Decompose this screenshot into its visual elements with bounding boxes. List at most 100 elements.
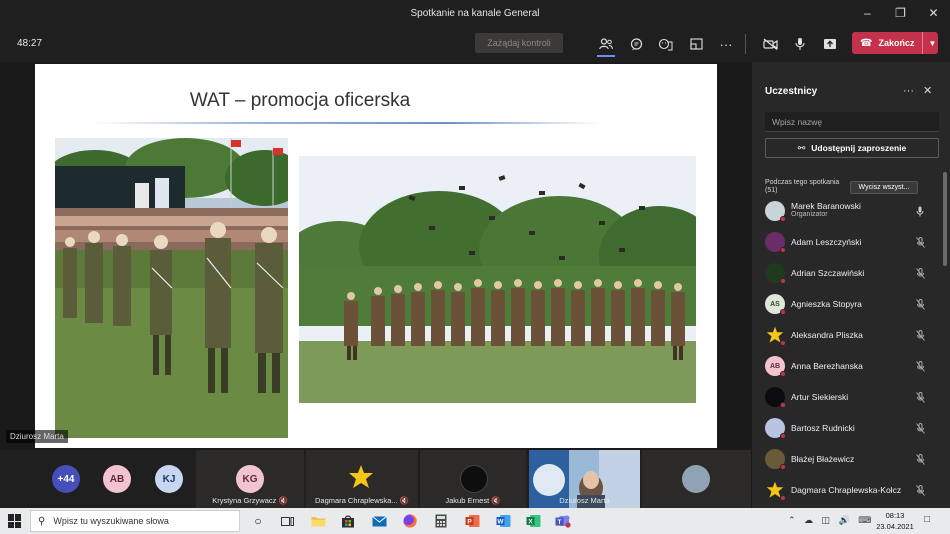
mic-off-icon: [916, 361, 925, 374]
list-item[interactable]: AB Anna Berezhanska: [765, 351, 935, 382]
store-icon[interactable]: [339, 512, 357, 530]
star-avatar-icon: [765, 480, 786, 501]
participant-tile[interactable]: KG Krystyna Grzywacz 🔇: [196, 450, 304, 508]
search-input[interactable]: Wpisz nazwę: [765, 112, 939, 132]
excel-icon[interactable]: X: [524, 512, 542, 530]
mic-off-icon: [916, 268, 925, 281]
list-item[interactable]: Adrian Szczawiński: [765, 258, 935, 289]
task-view-icon[interactable]: [278, 512, 296, 530]
more-options-icon[interactable]: ···: [903, 85, 914, 97]
participant-name: Aleksandra Pliszka: [791, 330, 863, 340]
avatar: [765, 201, 786, 222]
speaker-name-label: Dziurosz Marta: [6, 430, 68, 443]
notification-icon[interactable]: □: [924, 514, 930, 525]
avatar: [460, 465, 488, 493]
list-item[interactable]: Marek Baranowski Organizator: [765, 196, 935, 227]
system-tray-icons[interactable]: ⌃ ☁ ◫ 🔊 ⌨: [788, 515, 874, 526]
share-invite-button[interactable]: ⚯ Udostępnij zaproszenie: [765, 138, 939, 158]
share-screen-icon[interactable]: [821, 35, 839, 53]
star-avatar-icon: [765, 325, 786, 346]
word-icon[interactable]: W: [494, 512, 512, 530]
participant-tile[interactable]: Dagmara Chraplewska... 🔇: [306, 450, 418, 508]
mic-off-icon: [916, 299, 925, 312]
file-explorer-icon[interactable]: [309, 512, 327, 530]
cortana-icon[interactable]: ○: [249, 512, 267, 530]
participant-name: Dagmara Chraplewska-Kołcz: [791, 485, 902, 495]
chevron-down-icon[interactable]: ▼: [928, 39, 936, 48]
in-meeting-section-header[interactable]: Podczas tego spotkania (51): [765, 179, 845, 195]
participant-tile[interactable]: Dziurosz Marta: [529, 450, 640, 508]
reactions-icon[interactable]: [657, 35, 675, 53]
taskbar-search-input[interactable]: ⚲ Wpisz tu wyszukiwane słowa: [30, 510, 240, 532]
calculator-icon[interactable]: [432, 512, 450, 530]
mic-off-icon: 🔇: [278, 496, 288, 505]
mic-off-icon: [916, 423, 925, 436]
avatar: [765, 387, 786, 408]
title-bar: Spotkanie na kanale General – ❐ ✕: [0, 0, 950, 26]
close-icon[interactable]: ✕: [923, 84, 932, 97]
people-icon[interactable]: [597, 35, 615, 53]
list-item[interactable]: Bartosz Rudnicki: [765, 413, 935, 444]
people-active-indicator: [597, 55, 615, 57]
list-item[interactable]: AS Agnieszka Stopyra: [765, 289, 935, 320]
svg-text:W: W: [497, 519, 504, 526]
mail-icon[interactable]: [370, 512, 388, 530]
panel-scrollbar[interactable]: [943, 172, 947, 266]
share-tray-icon[interactable]: [687, 35, 705, 53]
taskbar-clock[interactable]: 08:13 23.04.2021: [876, 510, 914, 532]
participant-role: Organizator: [791, 211, 828, 218]
firefox-icon[interactable]: [401, 512, 419, 530]
camera-off-icon[interactable]: [761, 35, 779, 53]
toolbar-separator: [745, 34, 746, 54]
list-item[interactable]: Adam Leszczyński: [765, 227, 935, 258]
restore-icon[interactable]: ❐: [884, 0, 917, 26]
participant-name: Adrian Szczawiński: [791, 268, 865, 278]
more-actions-icon[interactable]: ···: [717, 35, 735, 53]
list-item[interactable]: Dagmara Chraplewska-Kołcz: [765, 475, 935, 506]
participants-panel: Uczestnicy ··· ✕ Wpisz nazwę ⚯ Udostępni…: [751, 62, 950, 508]
participant-tile[interactable]: Jakub Ernest 🔇: [420, 450, 526, 508]
participant-name: Anna Berezhanska: [791, 361, 863, 371]
parade-photo: [55, 138, 288, 438]
tile-name: Dagmara Chraplewska... 🔇: [315, 496, 409, 505]
mic-off-icon: [916, 330, 925, 343]
chat-icon[interactable]: [627, 35, 645, 53]
share-icon: ⚯: [797, 142, 806, 153]
avatar: [682, 465, 710, 493]
panel-title: Uczestnicy: [765, 86, 818, 97]
windows-start-icon[interactable]: [8, 514, 22, 528]
microphone-icon[interactable]: [791, 35, 809, 53]
close-window-icon[interactable]: ✕: [917, 0, 950, 26]
svg-text:X: X: [528, 519, 533, 526]
clock-date: 23.04.2021: [876, 522, 914, 531]
teams-icon[interactable]: T: [554, 512, 572, 530]
request-control-button[interactable]: Zażądaj kontroli: [475, 33, 563, 53]
svg-text:T: T: [558, 519, 562, 526]
minimize-icon[interactable]: –: [851, 0, 884, 26]
avatar: [765, 449, 786, 470]
participant-name: Adam Leszczyński: [791, 237, 862, 247]
mute-all-button[interactable]: Wycisz wszyst...: [850, 181, 918, 194]
list-item[interactable]: Aleksandra Pliszka: [765, 320, 935, 351]
list-item[interactable]: Błażej Błażewicz: [765, 444, 935, 475]
clock-time: 08:13: [885, 511, 905, 520]
participant-name: Błażej Błażewicz: [791, 454, 855, 464]
leave-button[interactable]: ☎ Zakończ ▼: [852, 32, 938, 54]
participant-name: Artur Siekierski: [791, 392, 849, 402]
participant-name: Bartosz Rudnicki: [791, 423, 855, 433]
search-icon: ⚲: [38, 515, 46, 527]
hats-thrown-photo: [299, 156, 696, 403]
participant-name: Agnieszka Stopyra: [791, 299, 862, 309]
tile-name: Krystyna Grzywacz 🔇: [212, 496, 288, 505]
avatar[interactable]: AB: [103, 465, 131, 493]
participant-tile[interactable]: [642, 450, 751, 508]
participant-strip: +44 AB KJ KG Krystyna Grzywacz 🔇 Dagmara…: [0, 450, 751, 508]
meeting-toolbar: 48:27 Zażądaj kontroli ··· ☎ Zakończ ▼: [0, 26, 950, 62]
overflow-participants[interactable]: +44: [52, 465, 80, 493]
tile-name: Jakub Ernest 🔇: [445, 496, 501, 505]
powerpoint-icon[interactable]: P: [463, 512, 481, 530]
list-item[interactable]: Artur Siekierski: [765, 382, 935, 413]
shared-content-stage: WAT – promocja oficerska: [0, 62, 751, 450]
avatar[interactable]: KJ: [155, 465, 183, 493]
window-controls: – ❐ ✕: [851, 0, 950, 26]
